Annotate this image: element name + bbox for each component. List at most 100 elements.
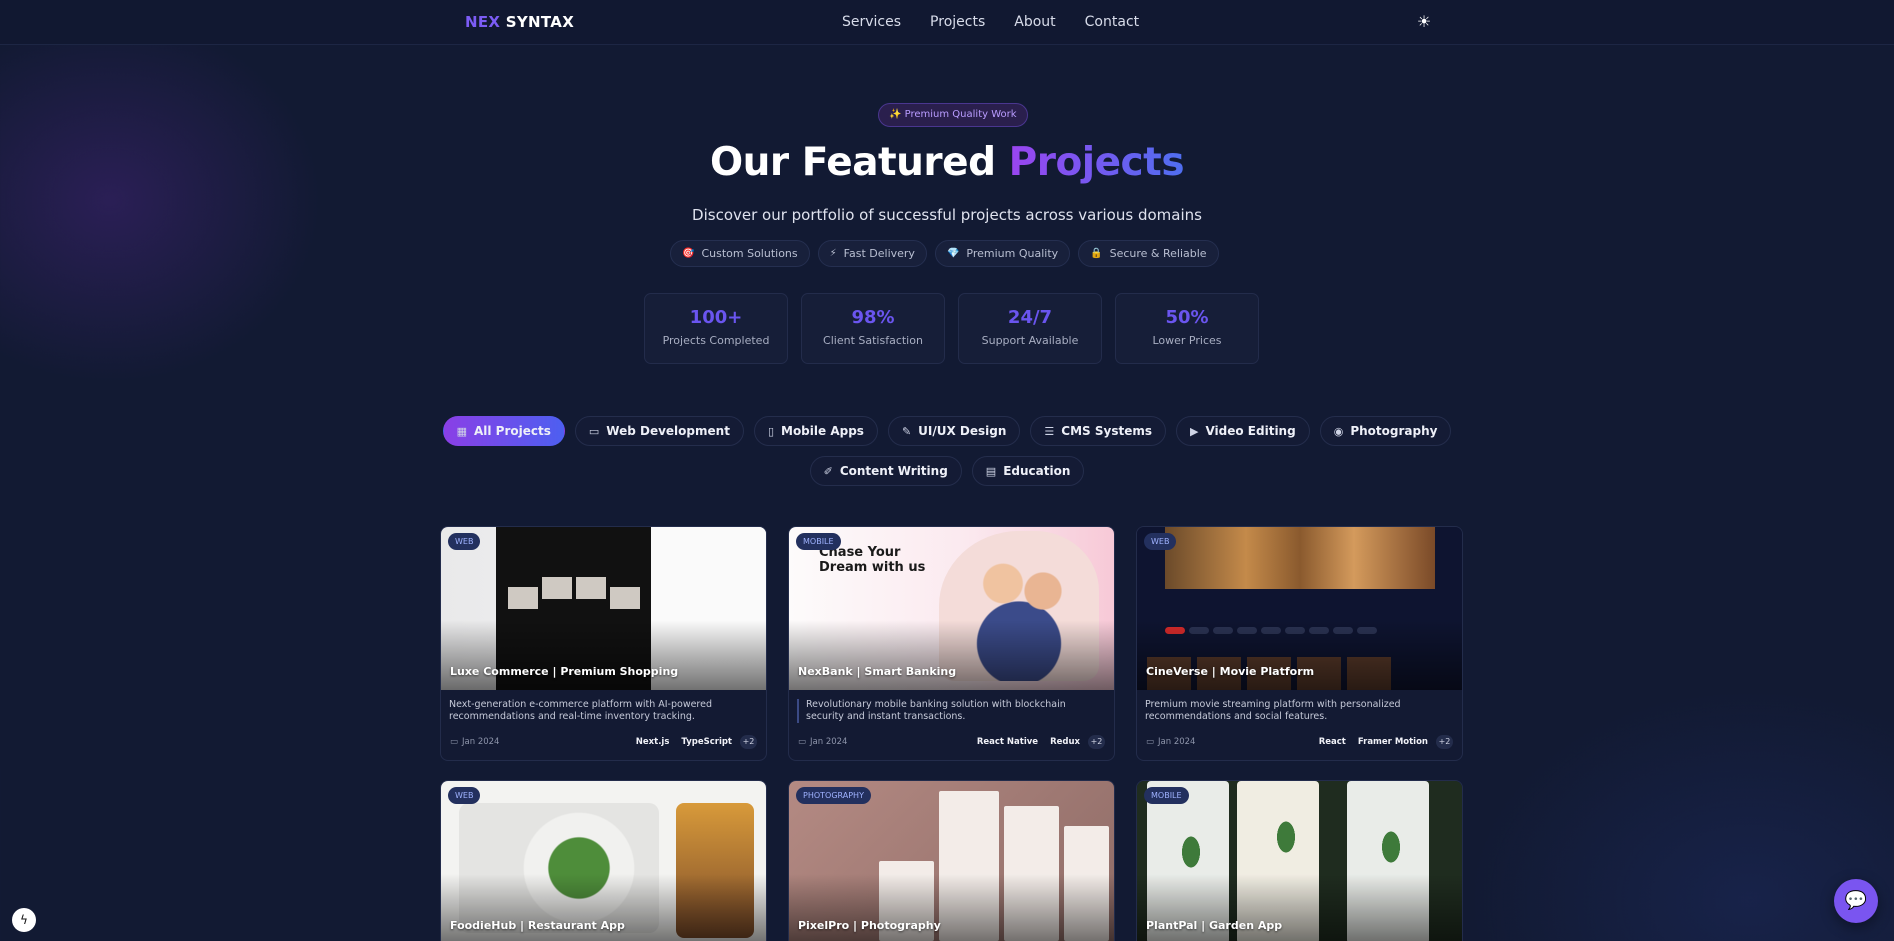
feature-label: Secure & Reliable [1109, 247, 1207, 260]
project-date: ▭ Jan 2024 [798, 737, 965, 747]
page-subtitle: Discover our portfolio of successful pro… [692, 206, 1202, 224]
filter-mobile-apps[interactable]: ▯ Mobile Apps [753, 416, 878, 446]
category-tag: WEB [448, 533, 481, 550]
project-grid: WEB Luxe Commerce | Premium Shopping Nex… [440, 526, 1463, 941]
brand-logo[interactable]: NEX SYNTAX [465, 13, 574, 31]
filter-label: CMS Systems [1061, 424, 1152, 438]
title-part-a: Our Featured [709, 140, 996, 185]
category-tag: WEB [448, 787, 481, 804]
nav-link-contact[interactable]: Contact [1085, 14, 1139, 30]
family-photo [939, 531, 1099, 681]
feature-pills: 🎯 Custom Solutions ⚡ Fast Delivery 💎 Premiu… [670, 240, 1219, 267]
filter-all-projects[interactable]: ▦ All Projects [442, 416, 565, 446]
tech-tag: Next.js [635, 737, 670, 747]
filter-label: Content Writing [839, 464, 948, 478]
stat-number: 50% [1165, 307, 1209, 328]
stat-card: 50% Lower Prices [1115, 293, 1259, 364]
project-card[interactable]: MOBILE PlantPal | Garden App [1136, 780, 1463, 941]
project-title: Luxe Commerce | Premium Shopping [450, 665, 679, 678]
stats-row: 100+ Projects Completed 98% Client Satisfa… [644, 293, 1259, 364]
filter-label: Education [1003, 464, 1071, 478]
category-tag: PHOTOGRAPHY [796, 787, 871, 804]
phone-icon: ▯ [767, 424, 774, 438]
stat-number: 100+ [689, 307, 743, 328]
filter-label: UI/UX Design [918, 424, 1007, 438]
category-tag: MOBILE [796, 533, 841, 550]
stat-label: Support Available [981, 334, 1079, 347]
stat-label: Client Satisfaction [823, 334, 923, 347]
stat-number: 24/7 [1007, 307, 1053, 328]
project-card[interactable]: WEB Luxe Commerce | Premium Shopping Nex… [440, 526, 767, 761]
project-description: Revolutionary mobile banking solution wi… [797, 699, 1102, 723]
lock-icon: 🔒 [1090, 248, 1103, 259]
video-icon: ▶ [1190, 424, 1199, 438]
project-card[interactable]: WEB CineVerse | Movie Platform Premium m… [1136, 526, 1463, 761]
more-tech-badge: +2 [1088, 735, 1105, 749]
project-thumbnail: WEB Luxe Commerce | Premium Shopping [441, 527, 766, 690]
project-card[interactable]: PHOTOGRAPHY PixelPro | Photography [788, 780, 1115, 941]
project-card[interactable]: Chase Your Dream with us MOBILE NexBank … [788, 526, 1115, 761]
stat-card: 100+ Projects Completed [644, 293, 788, 364]
premium-badge: ✨ Premium Quality Work [878, 103, 1028, 127]
project-title: FoodieHub | Restaurant App [450, 919, 625, 932]
project-title: PlantPal | Garden App [1146, 919, 1283, 932]
feature-pill: 🎯 Custom Solutions [670, 240, 810, 267]
filter-education[interactable]: ▤ Education [971, 456, 1085, 486]
gem-icon: 💎 [946, 248, 960, 259]
logo-part-b: SYNTAX [505, 13, 575, 31]
lightning-icon[interactable]: ϟ [12, 908, 36, 932]
genre-chips [1165, 627, 1377, 634]
edit-icon: ✐ [823, 464, 833, 478]
nav-link-services[interactable]: Services [842, 14, 901, 30]
database-icon: ☰ [1044, 424, 1055, 438]
filter-row: ✐ Content Writing ▤ Education [0, 456, 1894, 486]
lightning-icon: ⚡ [829, 248, 837, 259]
nav-link-projects[interactable]: Projects [930, 14, 985, 30]
filter-content-writing[interactable]: ✐ Content Writing [809, 456, 962, 486]
project-title: NexBank | Smart Banking [798, 665, 957, 678]
stat-label: Lower Prices [1152, 334, 1222, 347]
tech-tag: Framer Motion [1357, 737, 1428, 747]
project-date: ▭ Jan 2024 [1146, 737, 1307, 747]
filter-ui-ux-design[interactable]: ✎ UI/UX Design [887, 416, 1021, 446]
filter-web-development[interactable]: ▭ Web Development [574, 416, 744, 446]
date-text: Jan 2024 [1158, 737, 1196, 747]
feature-pill: 💎 Premium Quality [934, 240, 1071, 267]
monitor-icon: ▭ [588, 424, 600, 438]
nav-link-about[interactable]: About [1014, 14, 1055, 30]
filter-photography[interactable]: ◉ Photography [1319, 416, 1452, 446]
calendar-icon: ▭ [1146, 737, 1155, 747]
sun-icon[interactable]: ☀ [1414, 12, 1434, 32]
calendar-icon: ▭ [798, 737, 807, 747]
logo-part-a: NEX [465, 13, 501, 31]
category-filters: ▦ All Projects ▭ Web Development ▯ Mobile A… [0, 416, 1894, 496]
page-title: Our Featured Projects [0, 140, 1894, 185]
chat-bubble-icon[interactable]: 💬 [1834, 879, 1878, 923]
feature-label: Premium Quality [966, 247, 1059, 260]
project-description: Next-generation e-commerce platform with… [449, 699, 713, 722]
stat-card: 24/7 Support Available [958, 293, 1102, 364]
filter-video-editing[interactable]: ▶ Video Editing [1176, 416, 1310, 446]
filter-label: Video Editing [1205, 424, 1296, 438]
project-title: CineVerse | Movie Platform [1146, 665, 1315, 678]
more-tech-badge: +2 [1436, 735, 1453, 749]
title-part-b: Projects [1008, 140, 1185, 185]
date-text: Jan 2024 [462, 737, 500, 747]
filter-row: ▦ All Projects ▭ Web Development ▯ Mobile A… [0, 416, 1894, 446]
tech-tag: Redux [1050, 737, 1080, 747]
tech-tag: TypeScript [681, 737, 732, 747]
filter-label: All Projects [473, 424, 551, 438]
filter-cms-systems[interactable]: ☰ CMS Systems [1030, 416, 1166, 446]
project-thumbnail: WEB CineVerse | Movie Platform [1137, 527, 1462, 690]
project-thumbnail: MOBILE PlantPal | Garden App [1137, 781, 1462, 941]
tech-tag: React Native [976, 737, 1039, 747]
stat-card: 98% Client Satisfaction [801, 293, 945, 364]
nav-links: Services Projects About Contact [842, 14, 1139, 30]
category-tag: WEB [1144, 533, 1177, 550]
book-icon: ▤ [985, 464, 997, 478]
project-meta: ▭ Jan 2024 React Native Redux +2 [798, 735, 1105, 749]
project-meta: ▭ Jan 2024 React Framer Motion +2 [1146, 735, 1453, 749]
filter-label: Photography [1350, 424, 1438, 438]
pen-tool-icon: ✎ [901, 424, 912, 438]
project-card[interactable]: WEB FoodieHub | Restaurant App [440, 780, 767, 941]
